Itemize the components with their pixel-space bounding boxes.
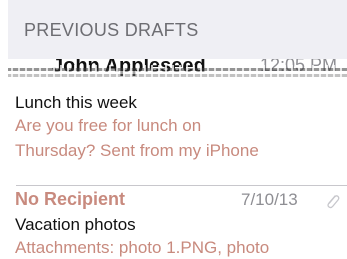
draft-preview-line: Attachments: photo 1.PNG, photo bbox=[15, 238, 270, 257]
drafts-screen: PREVIOUS DRAFTS John Appleseed 12:05 PM … bbox=[0, 0, 347, 259]
draft-date: 7/10/13 bbox=[241, 190, 298, 209]
sender-row: John Appleseed 12:05 PM bbox=[8, 59, 347, 89]
draft-list-item[interactable]: John Appleseed 12:05 PM Lunch this week … bbox=[8, 59, 347, 185]
draft-preview-line: Are you free for lunch on bbox=[15, 116, 202, 135]
previous-drafts-header: PREVIOUS DRAFTS bbox=[8, 0, 347, 59]
paperclip-icon bbox=[324, 192, 340, 210]
draft-subject: Lunch this week bbox=[15, 93, 137, 112]
recipient-name: No Recipient bbox=[15, 189, 126, 209]
draft-list-item[interactable]: No Recipient 7/10/13 Vacation photos Att… bbox=[8, 185, 347, 259]
rendering-artifact bbox=[8, 65, 347, 81]
row-divider bbox=[16, 185, 347, 186]
draft-preview-line: Thursday? Sent from my iPhone bbox=[15, 141, 259, 160]
section-title: PREVIOUS DRAFTS bbox=[24, 20, 199, 40]
draft-subject: Vacation photos bbox=[15, 215, 136, 234]
